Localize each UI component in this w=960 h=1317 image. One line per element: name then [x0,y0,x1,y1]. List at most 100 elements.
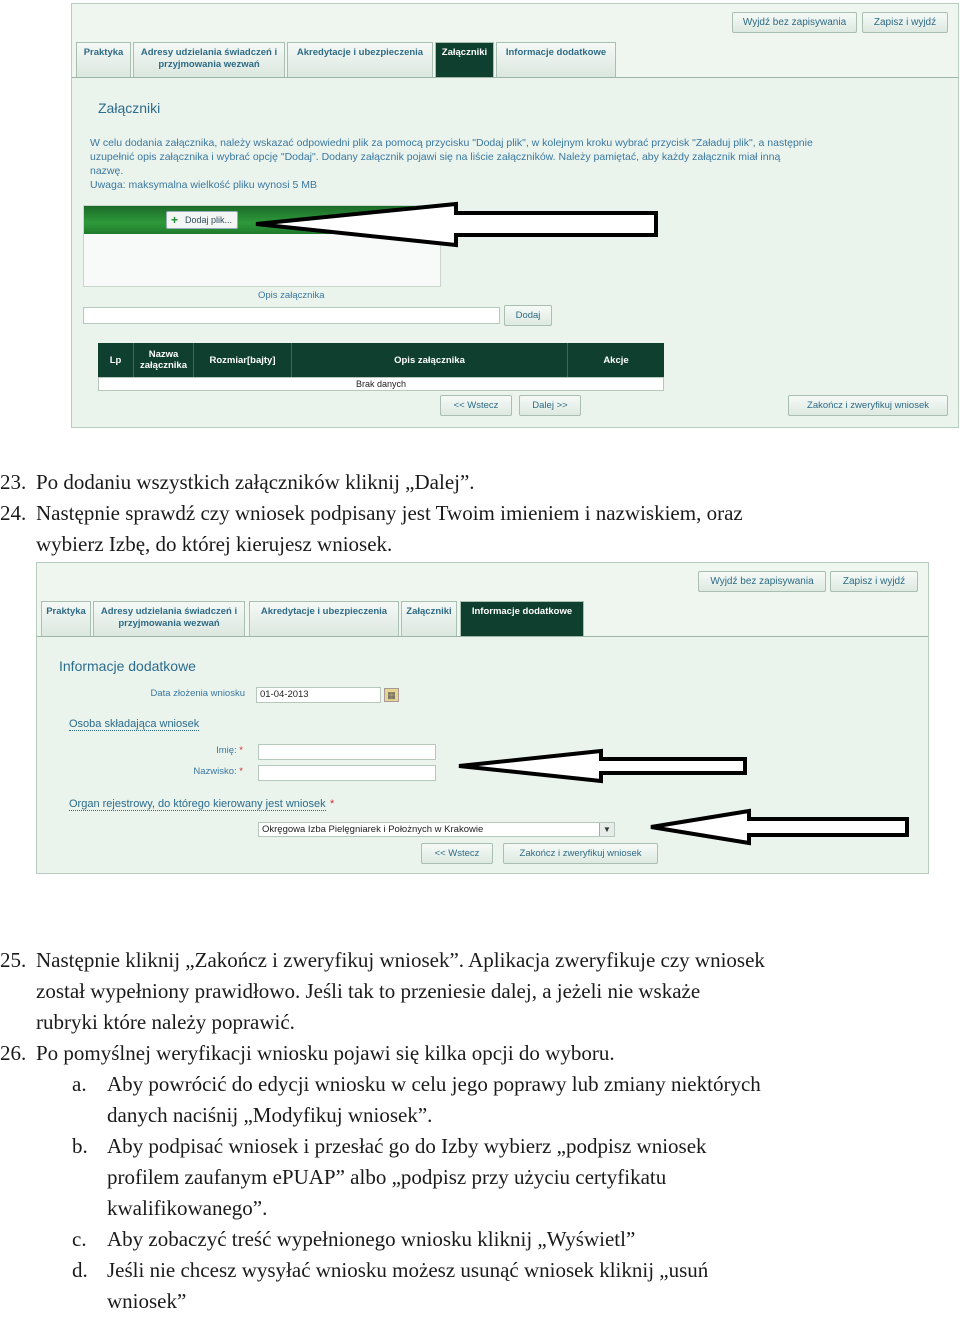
last-name-input[interactable] [258,765,436,781]
option-text: Aby zobaczyć treść wypełnionego wniosku … [107,1227,636,1251]
additional-info-screenshot: Wyjdź bez zapisywania Zapisz i wyjdź Pra… [36,562,929,874]
tab-zalaczniki[interactable]: Załączniki [435,42,494,77]
option-d: d. Jeśli nie chcesz wysyłać wniosku może… [0,1255,858,1286]
step-26: 26. Po pomyślnej weryfikacji wniosku poj… [0,1038,858,1069]
finish-and-verify-button[interactable]: Zakończ i zweryfikuj wniosek [503,843,658,864]
step-text: Następnie sprawdź czy wniosek podpisany … [36,501,743,525]
step-text: rubryki które należy poprawić. [36,1010,295,1034]
tab-adresy[interactable]: Adresy udzielania świadczeń i przyjmowan… [133,42,285,77]
organ-section: Organ rejestrowy, do którego kierowany j… [69,794,334,812]
option-letter: c. [72,1227,87,1251]
finish-and-verify-button[interactable]: Zakończ i zweryfikuj wniosek [788,395,948,416]
tab-praktyka[interactable]: Praktyka [41,601,91,636]
option-b-line2: profilem zaufanym ePUAP” albo „podpisz p… [0,1162,858,1193]
step-number: 26. [0,1041,27,1065]
add-file-label: Dodaj plik... [185,215,233,225]
attachments-screenshot: Wyjdź bez zapisywania Zapisz i wyjdź Pra… [71,3,959,428]
step-text: został wypełniony prawidłowo. Jeśli tak … [36,979,701,1003]
plus-icon: + [171,213,179,227]
instructions-part2: 25. Następnie kliknij „Zakończ i zweryfi… [0,945,858,1317]
option-text: profilem zaufanym ePUAP” albo „podpisz p… [107,1165,667,1189]
step-25-line3: rubryki które należy poprawić. [0,1007,858,1038]
date-input[interactable]: 01-04-2013 [256,687,381,703]
info-text: W celu dodania załącznika, należy wskaza… [90,136,940,192]
step-25-line2: został wypełniony prawidłowo. Jeśli tak … [0,976,858,1007]
first-name-input[interactable] [258,744,436,760]
step-text: Następnie kliknij „Zakończ i zweryfikuj … [36,948,765,972]
col-akcje: Akcje [603,354,629,366]
step-25: 25. Następnie kliknij „Zakończ i zweryfi… [0,945,858,976]
page-title: Informacje dodatkowe [59,658,196,674]
last-name-label-text: Nazwisko: [193,766,237,777]
back-button[interactable]: << Wstecz [421,843,493,864]
option-b-line3: kwalifikowanego”. [0,1193,858,1224]
tab-adresy[interactable]: Adresy udzielania świadczeń i przyjmowan… [93,601,245,636]
option-letter: a. [72,1072,87,1096]
step-24-continued: wybierz Izbę, do której kierujesz wniose… [0,529,858,560]
person-section-link: Osoba składająca wniosek [69,718,200,731]
tab-praktyka[interactable]: Praktyka [76,42,131,77]
option-text: danych naciśnij „Modyfikuj wniosek”. [107,1103,433,1127]
left-arrow-icon [650,808,909,846]
col-lp: Lp [98,343,134,377]
description-input[interactable] [83,307,500,324]
required-mark: * [239,766,243,777]
col-opis: Opis załącznika [292,343,568,377]
add-button[interactable]: Dodaj [504,305,552,326]
step-text: Po dodaniu wszystkich załączników klikni… [36,470,475,494]
option-text: wniosek” [107,1289,187,1313]
next-button[interactable]: Dalej >> [519,395,581,416]
step-23: 23. Po dodaniu wszystkich załączników kl… [0,467,858,498]
option-text: kwalifikowanego”. [107,1196,268,1220]
chevron-down-icon[interactable]: ▼ [599,823,614,836]
left-arrow-icon [255,201,658,248]
option-text: Aby powrócić do edycji wniosku w celu je… [107,1072,761,1096]
required-mark: * [330,798,335,810]
table-row: Brak danych [98,377,664,391]
option-c: c. Aby zobaczyć treść wypełnionego wnios… [0,1224,858,1255]
calendar-icon[interactable]: ▦ [384,688,399,702]
required-mark: * [239,745,243,756]
option-b: b. Aby podpisać wniosek i przesłać go do… [0,1131,858,1162]
save-and-exit-button[interactable]: Zapisz i wyjdź [830,571,918,592]
add-file-button[interactable]: + Dodaj plik... [166,211,238,229]
tab-bar: Praktyka Adresy udzielania świadczeń i p… [72,42,958,78]
step-text: wybierz Izbę, do której kierujesz wniose… [36,532,393,556]
first-name-label: Imię: * [147,745,243,756]
col-nazwa: Nazwa załącznika [134,343,194,377]
exit-without-saving-button[interactable]: Wyjdź bez zapisywania [698,571,826,592]
info-line: Uwaga: maksymalna wielkość pliku wynosi … [90,179,317,191]
organ-select[interactable]: Okręgowa Izba Pielęgniarek i Położnych w… [258,822,615,837]
save-and-exit-button[interactable]: Zapisz i wyjdź [862,12,948,33]
col-rozmiar: Rozmiar[bajty] [194,343,292,377]
left-arrow-icon [458,748,747,784]
step-number: 23. [0,470,27,494]
tab-akredytacje[interactable]: Akredytacje i ubezpieczenia [249,601,399,636]
option-a-line2: danych naciśnij „Modyfikuj wniosek”. [0,1100,858,1131]
step-number: 24. [0,501,27,525]
info-line: nazwę. [90,165,124,177]
tab-informacje-dodatkowe[interactable]: Informacje dodatkowe [460,601,584,636]
step-text: Po pomyślnej weryfikacji wniosku pojawi … [36,1041,615,1065]
last-name-label: Nazwisko: * [147,766,243,777]
option-d-line2: wniosek” [0,1286,858,1317]
tab-akredytacje[interactable]: Akredytacje i ubezpieczenia [287,42,433,77]
exit-without-saving-button[interactable]: Wyjdź bez zapisywania [732,12,857,33]
info-line: W celu dodania załącznika, należy wskaza… [90,137,813,149]
tab-bar: Praktyka Adresy udzielania świadczeń i p… [37,601,928,637]
step-24: 24. Następnie sprawdź czy wniosek podpis… [0,498,858,529]
description-label: Opis załącznika [258,290,325,301]
option-letter: b. [72,1134,88,1158]
back-button[interactable]: << Wstecz [440,395,512,416]
option-a: a. Aby powrócić do edycji wniosku w celu… [0,1069,858,1100]
tab-zalaczniki[interactable]: Załączniki [401,601,457,636]
date-label: Data złożenia wniosku [150,688,245,699]
option-letter: d. [72,1258,88,1282]
organ-selected-value: Okręgowa Izba Pielęgniarek i Położnych w… [262,824,484,835]
tab-informacje-dodatkowe[interactable]: Informacje dodatkowe [496,42,616,77]
info-line: uzupełnić opis załącznika i wybrać opcję… [90,151,781,163]
option-text: Aby podpisać wniosek i przesłać go do Iz… [107,1134,707,1158]
option-text: Jeśli nie chcesz wysyłać wniosku możesz … [107,1258,709,1282]
step-number: 25. [0,948,27,972]
attachments-table-header: Lp Nazwa załącznika Rozmiar[bajty] Opis … [98,343,664,377]
